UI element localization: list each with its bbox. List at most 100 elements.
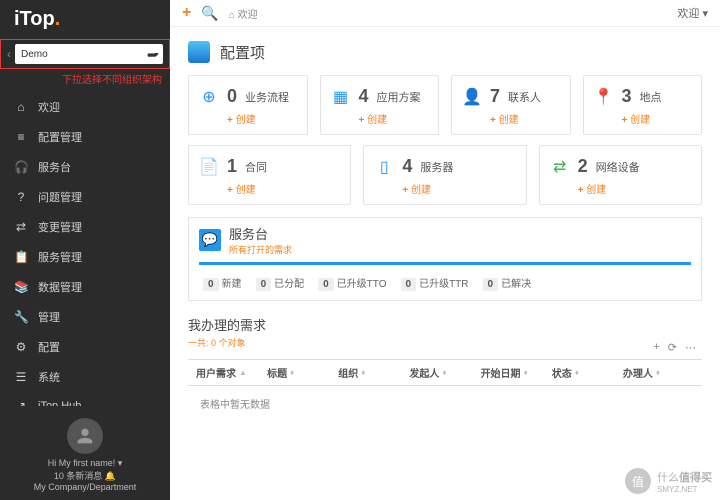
sidebar-item-2[interactable]: 🎧服务台 — [0, 152, 170, 182]
avatar[interactable] — [67, 418, 103, 454]
sidebar-item-3[interactable]: ? 问题管理 — [0, 182, 170, 212]
table-tools: + ⟳ ⋯ — [653, 341, 696, 354]
user-menu[interactable]: 欢迎 ▾ — [677, 5, 708, 21]
card-icon: ⊕ — [199, 87, 219, 107]
kpi-card[interactable]: ⇄ 2 网络设备创建 — [539, 145, 702, 205]
sidebar-item-10[interactable]: ↗iTop Hub — [0, 392, 170, 406]
sidebar-item-label: 变更管理 — [38, 219, 82, 235]
kpi-card[interactable]: ▯ 4 服务器创建 — [363, 145, 526, 205]
status-chip[interactable]: 0已升级TTO — [318, 275, 386, 290]
card-label: 联系人 — [508, 89, 541, 105]
user-messages[interactable]: 10 条新消息 🔔 — [4, 469, 166, 482]
kpi-card[interactable]: 📄 1 合同创建 — [188, 145, 351, 205]
clipboard-icon: 📋 — [14, 250, 28, 264]
sidebar-item-label: 管理 — [38, 309, 60, 325]
sidebar-item-label: 配置 — [38, 339, 60, 355]
card-create-link[interactable]: 创建 — [402, 181, 515, 196]
watermark: 值 什么值得买SMYZ.NET — [625, 468, 712, 494]
service-desk-panel: 💬 服务台 所有打开的需求 0新建 0已分配 0已升级TTO 0已升级TTR 0已解决 — [188, 217, 702, 301]
sidebar-item-label: 系统 — [38, 369, 60, 385]
sidebar-item-label: 问题管理 — [38, 189, 82, 205]
card-icon: ▦ — [331, 87, 351, 107]
col-header[interactable]: 办理人 ♦ — [623, 365, 694, 380]
table-header: 用户需求 ▲标题 ♦组织 ♦发起人 ♦开始日期 ♦状态 ♦办理人 ♦ — [188, 359, 702, 386]
chat-icon: 💬 — [199, 229, 221, 251]
section-header-config: 配置项 — [188, 41, 702, 63]
card-icon: 📄 — [199, 157, 219, 177]
sidebar-item-5[interactable]: 📋服务管理 — [0, 242, 170, 272]
sliders-icon: ☰ — [14, 370, 28, 384]
card-count: 4 — [359, 86, 369, 107]
user-block: Hi My first name! ▾ 10 条新消息 🔔 My Company… — [0, 406, 170, 500]
sidebar-item-4[interactable]: ⇄变更管理 — [0, 212, 170, 242]
org-hint: 下拉选择不同组织架构 — [0, 69, 170, 92]
question-icon: ? — [14, 190, 28, 204]
service-title: 服务台 — [229, 224, 292, 243]
card-create-link[interactable]: 创建 — [578, 181, 691, 196]
sidebar-item-6[interactable]: 📚 数据管理 — [0, 272, 170, 302]
org-dropdown[interactable]: Demo ⦁⦁⦁▾ — [15, 44, 163, 64]
kpi-card[interactable]: ⊕ 0 业务流程创建 — [188, 75, 308, 135]
sidebar-item-label: 数据管理 — [38, 279, 82, 295]
refresh-icon[interactable]: ⟳ — [668, 341, 677, 354]
card-create-link[interactable]: 创建 — [622, 111, 692, 126]
card-create-link[interactable]: 创建 — [490, 111, 560, 126]
kpi-card[interactable]: 📍3地点创建 — [583, 75, 703, 135]
status-chip[interactable]: 0已解决 — [483, 275, 532, 290]
card-label: 业务流程 — [245, 89, 289, 105]
topbar: + 🔍 ⌂ 欢迎 欢迎 ▾ — [170, 0, 720, 27]
status-chip[interactable]: 0已升级TTR — [401, 275, 469, 290]
card-count: 0 — [227, 86, 237, 107]
col-header[interactable]: 用户需求 ▲ — [196, 365, 267, 380]
card-count: 3 — [622, 86, 632, 107]
add-icon[interactable]: + — [653, 341, 659, 354]
my-requests: 我办理的需求 一共: 0 个对象 + ⟳ ⋯ 用户需求 ▲标题 ♦组织 ♦发起人… — [188, 315, 702, 421]
card-count: 2 — [578, 156, 588, 177]
db-icon — [188, 41, 210, 63]
card-icon: ▯ — [374, 157, 394, 177]
search-icon[interactable]: 🔍 — [201, 5, 218, 22]
service-subtitle[interactable]: 所有打开的需求 — [229, 243, 292, 256]
card-count: 4 — [402, 156, 412, 177]
status-chip[interactable]: 0新建 — [203, 275, 242, 290]
card-label: 应用方案 — [377, 89, 421, 105]
kpi-card[interactable]: ▦ 4 应用方案创建 — [320, 75, 440, 135]
card-label: 服务器 — [420, 159, 453, 175]
kpi-card[interactable]: 👤7联系人创建 — [451, 75, 571, 135]
collapse-icon[interactable]: ‹ — [7, 47, 11, 61]
sidebar: iTop. ‹ Demo ⦁⦁⦁▾ 下拉选择不同组织架构 ⌂欢迎≡配置管理🎧服务… — [0, 0, 170, 500]
card-label: 网络设备 — [596, 159, 640, 175]
main: + 🔍 ⌂ 欢迎 欢迎 ▾ 配置项 ⊕0业务流程创建▦4应用方案创建👤7联系人创… — [170, 0, 720, 500]
org-selector-row: ‹ Demo ⦁⦁⦁▾ — [0, 39, 170, 69]
status-chips: 0新建 0已分配 0已升级TTO 0已升级TTR 0已解决 — [189, 265, 701, 300]
sidebar-item-0[interactable]: ⌂欢迎 — [0, 92, 170, 122]
wrench-icon: 🔧 — [14, 310, 28, 324]
status-chip[interactable]: 0已分配 — [256, 275, 305, 290]
col-header[interactable]: 组织 ♦ — [338, 365, 409, 380]
card-create-link[interactable]: 创建 — [227, 111, 297, 126]
card-create-link[interactable]: 创建 — [227, 181, 340, 196]
sidebar-item-label: 配置管理 — [38, 129, 82, 145]
myreq-subtitle: 一共: 0 个对象 — [188, 336, 702, 349]
card-icon: ⇄ — [550, 157, 570, 177]
card-create-link[interactable]: 创建 — [359, 111, 429, 126]
more-icon[interactable]: ⋯ — [685, 341, 696, 354]
card-count: 1 — [227, 156, 237, 177]
sidebar-item-9[interactable]: ☰ 系统 — [0, 362, 170, 392]
card-label: 合同 — [245, 159, 267, 175]
sidebar-item-8[interactable]: ⚙配置 — [0, 332, 170, 362]
user-dept: My Company/Department — [4, 482, 166, 492]
col-header[interactable]: 开始日期 ♦ — [481, 365, 552, 380]
home-icon: ⌂ — [14, 100, 28, 114]
breadcrumb[interactable]: ⌂ 欢迎 — [229, 6, 258, 21]
col-header[interactable]: 状态 ♦ — [552, 365, 623, 380]
user-greeting[interactable]: Hi My first name! ▾ — [4, 458, 166, 469]
create-icon[interactable]: + — [182, 4, 191, 22]
col-header[interactable]: 标题 ♦ — [267, 365, 338, 380]
hierarchy-icon: ⦁⦁⦁▾ — [147, 49, 157, 60]
book-icon: 📚 — [14, 280, 28, 294]
col-header[interactable]: 发起人 ♦ — [409, 365, 480, 380]
myreq-title: 我办理的需求 — [188, 315, 702, 334]
sidebar-item-1[interactable]: ≡配置管理 — [0, 122, 170, 152]
sidebar-item-7[interactable]: 🔧 管理 — [0, 302, 170, 332]
